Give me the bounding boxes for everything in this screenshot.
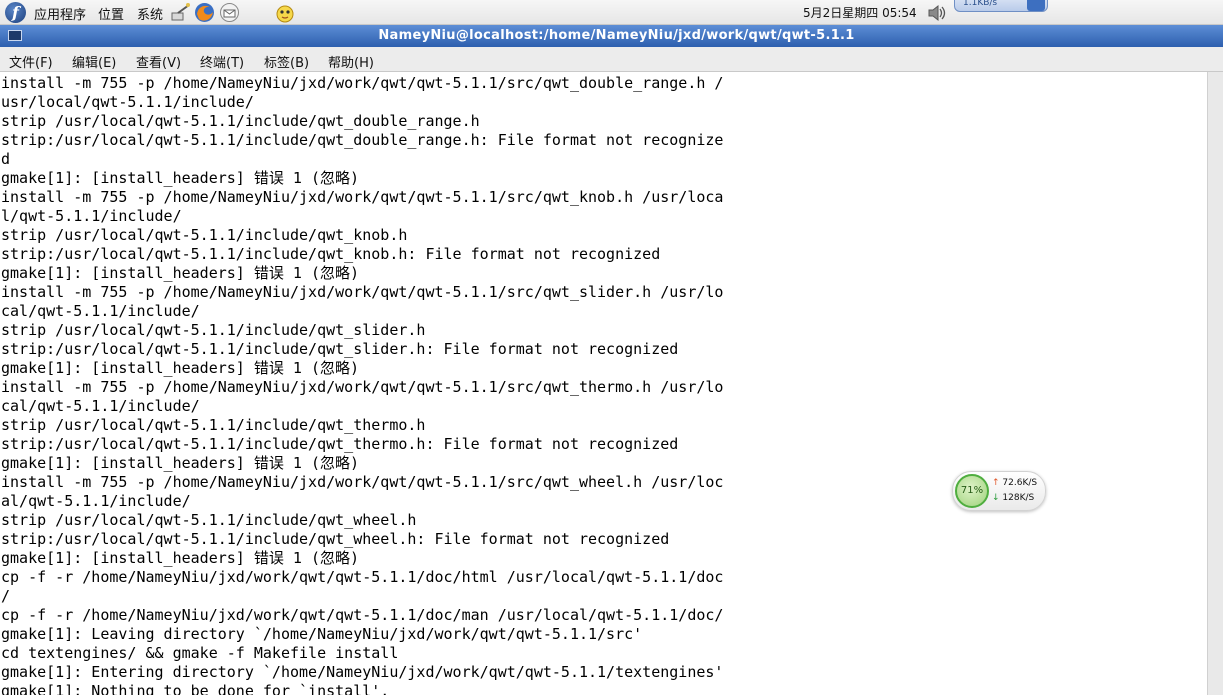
terminal-output[interactable]: install -m 755 -p /home/NameyNiu/jxd/wor… [0, 72, 1223, 695]
menu-tabs[interactable]: 标签(B) [264, 52, 309, 71]
terminal-line: strip:/usr/local/qwt-5.1.1/include/qwt_s… [1, 340, 679, 358]
terminal-line: gmake[1]: Entering directory `/home/Name… [1, 663, 724, 681]
terminal-line: cal/qwt-5.1.1/include/ [1, 302, 200, 320]
terminal-line: install -m 755 -p /home/NameyNiu/jxd/wor… [1, 283, 724, 301]
terminal-line: strip:/usr/local/qwt-5.1.1/include/qwt_w… [1, 530, 670, 548]
upload-speed-row: ↑ 72.6K/S [992, 478, 1037, 488]
net-monitor-button[interactable] [1027, 0, 1045, 11]
terminal-line: / [1, 587, 11, 605]
terminal-line: gmake[1]: [install_headers] 错误 1 (忽略) [1, 169, 360, 187]
terminal-line: usr/local/qwt-5.1.1/include/ [1, 93, 254, 111]
terminal-line: gmake[1]: Nothing to be done for `instal… [1, 682, 390, 695]
qq-penguin-icon[interactable] [272, 2, 298, 23]
terminal-menu-bar: 文件(F) 编辑(E) 查看(V) 终端(T) 标签(B) 帮助(H) [0, 47, 1223, 72]
panel-clock[interactable]: 5月2日星期四 05:54 [803, 4, 917, 21]
terminal-line: cd textengines/ && gmake -f Makefile ins… [1, 644, 399, 662]
volume-icon[interactable] [926, 2, 948, 24]
terminal-line: strip:/usr/local/qwt-5.1.1/include/qwt_k… [1, 245, 661, 263]
download-speed-row: ↓ 128K/S [992, 493, 1034, 503]
terminal-line: strip /usr/local/qwt-5.1.1/include/qwt_w… [1, 511, 417, 529]
terminal-line: strip /usr/local/qwt-5.1.1/include/qwt_d… [1, 112, 480, 130]
download-speed: 128K/S [1002, 493, 1035, 503]
menu-file[interactable]: 文件(F) [9, 52, 53, 71]
top-panel: f 应用程序 位置 系统 5月2日星期四 05:54 1.1KB/s [0, 0, 1223, 25]
window-title-bar[interactable]: NameyNiu@localhost:/home/NameyNiu/jxd/wo… [0, 25, 1223, 47]
net-monitor-rate: 1.1KB/s [963, 0, 998, 8]
terminal-line: strip /usr/local/qwt-5.1.1/include/qwt_s… [1, 321, 426, 339]
upload-arrow-icon: ↑ [992, 478, 1000, 488]
terminal-line: install -m 755 -p /home/NameyNiu/jxd/wor… [1, 74, 724, 92]
firefox-icon[interactable] [194, 2, 215, 23]
terminal-line: gmake[1]: [install_headers] 错误 1 (忽略) [1, 359, 360, 377]
mail-icon[interactable] [219, 2, 240, 23]
terminal-line: cp -f -r /home/NameyNiu/jxd/work/qwt/qwt… [1, 568, 724, 586]
net-monitor-widget[interactable]: 1.1KB/s [954, 0, 1048, 12]
speed-gauge: 71% [955, 474, 989, 508]
menu-terminal[interactable]: 终端(T) [200, 52, 244, 71]
terminal-line: strip /usr/local/qwt-5.1.1/include/qwt_t… [1, 416, 426, 434]
window-title: NameyNiu@localhost:/home/NameyNiu/jxd/wo… [378, 28, 855, 43]
menu-view[interactable]: 查看(V) [136, 52, 181, 71]
panel-menu-applications[interactable]: 应用程序 [34, 4, 86, 23]
terminal-line: cal/qwt-5.1.1/include/ [1, 397, 200, 415]
terminal-line: strip:/usr/local/qwt-5.1.1/include/qwt_t… [1, 435, 679, 453]
terminal-line: l/qwt-5.1.1/include/ [1, 207, 182, 225]
terminal-line: d [1, 150, 11, 168]
terminal-scrollbar[interactable] [1207, 72, 1223, 695]
net-speed-meter[interactable]: 71% ↑ 72.6K/S ↓ 128K/S [952, 471, 1046, 511]
network-launcher-icon[interactable] [170, 2, 191, 23]
download-arrow-icon: ↓ [992, 493, 1000, 503]
fedora-logo-icon[interactable]: f [5, 2, 26, 23]
terminal-line: al/qwt-5.1.1/include/ [1, 492, 191, 510]
terminal-line: strip:/usr/local/qwt-5.1.1/include/qwt_d… [1, 131, 724, 149]
menu-edit[interactable]: 编辑(E) [72, 52, 116, 71]
terminal-line: cp -f -r /home/NameyNiu/jxd/work/qwt/qwt… [1, 606, 724, 624]
terminal-line: gmake[1]: [install_headers] 错误 1 (忽略) [1, 264, 360, 282]
terminal-line: gmake[1]: [install_headers] 错误 1 (忽略) [1, 549, 360, 567]
terminal-line: gmake[1]: [install_headers] 错误 1 (忽略) [1, 454, 360, 472]
menu-help[interactable]: 帮助(H) [328, 52, 374, 71]
panel-menu-system[interactable]: 系统 [137, 4, 163, 23]
terminal-line: install -m 755 -p /home/NameyNiu/jxd/wor… [1, 188, 724, 206]
terminal-line: gmake[1]: Leaving directory `/home/Namey… [1, 625, 643, 643]
terminal-line: install -m 755 -p /home/NameyNiu/jxd/wor… [1, 378, 724, 396]
upload-speed: 72.6K/S [1002, 478, 1038, 488]
panel-menu-places[interactable]: 位置 [98, 4, 124, 23]
terminal-line: strip /usr/local/qwt-5.1.1/include/qwt_k… [1, 226, 408, 244]
terminal-line: install -m 755 -p /home/NameyNiu/jxd/wor… [1, 473, 724, 491]
